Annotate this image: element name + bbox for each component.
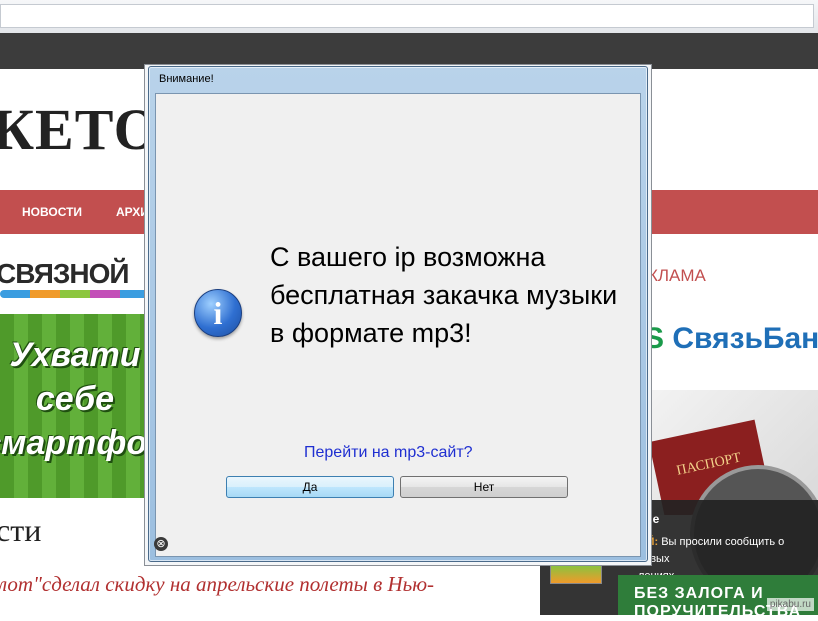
bank-name: СвязьБан: [672, 322, 818, 355]
dialog-message: С вашего ip возможна бесплатная закачка …: [270, 242, 618, 348]
dialog-body: i С вашего ip возможна бесплатная закачк…: [155, 93, 641, 557]
loan-ad-line: БЕЗ ЗАЛОГА И: [634, 585, 764, 602]
mp3-site-link[interactable]: Перейти на mp3-сайт?: [304, 444, 473, 462]
news-section-heading: сти: [0, 512, 42, 548]
yes-button[interactable]: Да: [226, 476, 394, 498]
browser-toolbar: [0, 0, 818, 34]
svyaznoy-logo[interactable]: СВЯЗНОЙ: [0, 258, 130, 290]
site-logo[interactable]: КЕТО: [0, 96, 160, 163]
info-icon: i: [194, 289, 242, 337]
smartphone-ad-banner[interactable]: Ухвати себе смартфон: [0, 314, 168, 498]
address-bar[interactable]: [0, 4, 814, 28]
nav-item-news[interactable]: НОВОСТИ: [22, 205, 82, 219]
svyaz-bank-logo[interactable]: S СвязьБан: [644, 322, 818, 356]
advertising-label: КЛАМА: [648, 266, 706, 285]
dialog-title: Внимание!: [159, 73, 214, 85]
watermark: pikabu.ru: [766, 598, 814, 611]
notification-body: Вы просили сообщить о новых: [638, 536, 785, 565]
svyaznoy-stripe: [0, 290, 150, 298]
no-button[interactable]: Нет: [400, 476, 568, 498]
news-headline-link[interactable]: лот"сделал скидку на апрельские полеты в…: [0, 572, 434, 597]
alert-dialog: Внимание! i С вашего ip возможна бесплат…: [148, 66, 648, 562]
close-icon[interactable]: ⊗: [154, 537, 168, 551]
